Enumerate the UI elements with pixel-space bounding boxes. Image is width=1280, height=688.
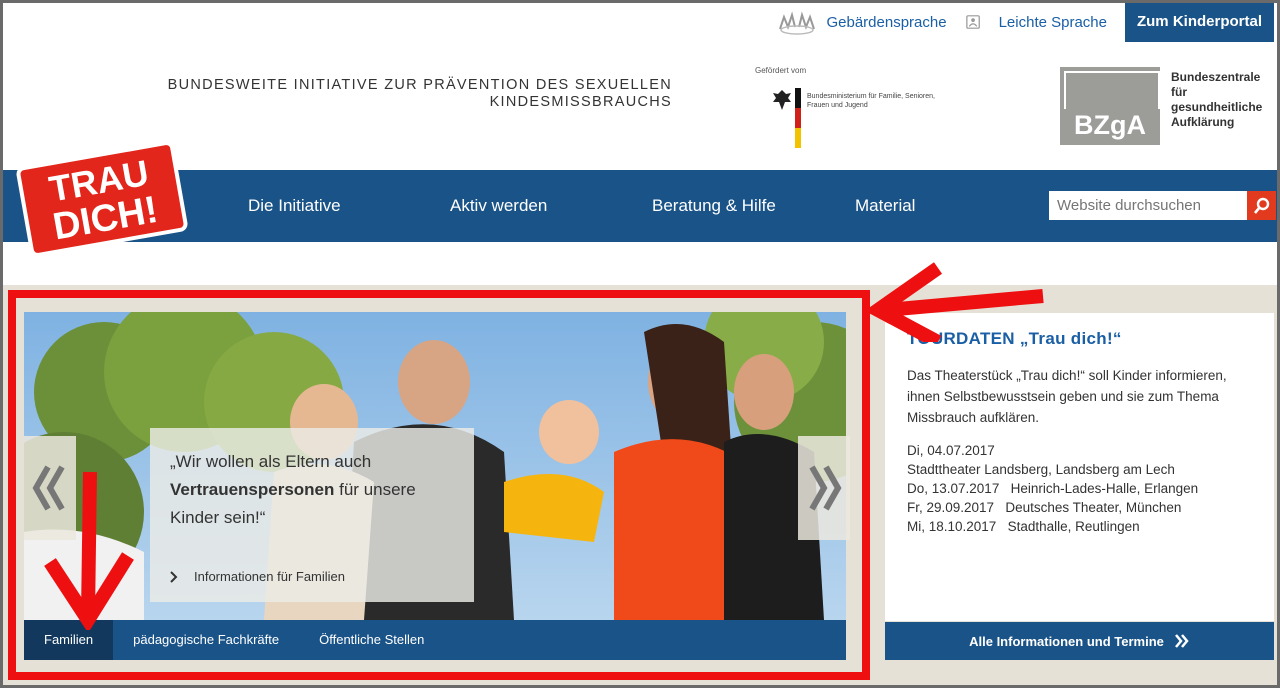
- search-input[interactable]: [1049, 191, 1247, 220]
- slider-tabs: Familien pädagogische Fachkräfte Öffentl…: [24, 620, 846, 660]
- slide-quote: „Wir wollen als Eltern auch Vertrauenspe…: [170, 448, 454, 532]
- all-dates-label: Alle Informationen und Termine: [969, 633, 1164, 649]
- quote-prefix: „Wir wollen als Eltern auch: [170, 452, 372, 471]
- tour-date-line: Do, 13.07.2017 Heinrich-Lades-Halle, Erl…: [907, 481, 1199, 496]
- federal-eagle-icon: [773, 90, 791, 110]
- tour-dates: Di, 04.07.2017 Stadttheater Landsberg, L…: [907, 441, 1252, 536]
- double-chevron-left-icon: [32, 465, 65, 511]
- bzga-logo[interactable]: BZgA: [1060, 67, 1160, 145]
- nav-item-material[interactable]: Material: [855, 170, 915, 242]
- slider-next-button[interactable]: [798, 436, 850, 540]
- initiative-title: Bundesweite Initiative zur Prävention de…: [167, 77, 672, 110]
- tour-panel: TOURDATEN „Trau dich!“ Das Theaterstück …: [885, 313, 1274, 621]
- search-icon: [1253, 197, 1269, 214]
- tour-date-line: Fr, 29.09.2017 Deutsches Theater, Münche…: [907, 500, 1182, 515]
- trau-dich-logo[interactable]: TRAU DICH!: [16, 145, 188, 253]
- bzga-name: Bundeszentrale für gesundheitliche Aufkl…: [1171, 70, 1263, 129]
- tab-paedagogische-fachkraefte[interactable]: pädagogische Fachkräfte: [113, 620, 299, 660]
- ministry-name: Bundesministerium für Familie, Senioren,…: [807, 93, 935, 109]
- tab-oeffentliche-stellen[interactable]: Öffentliche Stellen: [299, 620, 444, 660]
- slider-prev-button[interactable]: [24, 436, 76, 540]
- quote-bold: Vertrauenspersonen: [170, 480, 335, 499]
- double-chevron-right-icon: [809, 465, 842, 511]
- slide-caption: „Wir wollen als Eltern auch Vertrauenspe…: [150, 428, 474, 602]
- search-button[interactable]: [1247, 191, 1276, 220]
- tour-date-line: Stadttheater Landsberg, Landsberg am Lec…: [907, 462, 1175, 477]
- main-navigation: Die Initiative Aktiv werden Beratung & H…: [3, 170, 1277, 242]
- tab-familien[interactable]: Familien: [24, 620, 114, 660]
- ministry-logo[interactable]: Gefördert vom Bundesministerium für Fami…: [755, 66, 935, 156]
- tour-date-line: Mi, 18.10.2017 Stadthalle, Reutlingen: [907, 519, 1140, 534]
- sign-language-label: Gebärdensprache: [826, 13, 947, 31]
- easy-language-icon: [965, 15, 980, 29]
- sponsor-label: Gefördert vom: [755, 66, 807, 75]
- sign-language-link[interactable]: Gebärdensprache: [776, 9, 947, 35]
- kids-portal-button[interactable]: Zum Kinderportal: [1124, 2, 1274, 42]
- families-info-link[interactable]: Informationen für Familien: [170, 569, 345, 584]
- utility-bar: Gebärdensprache Leichte Sprache Zum Kind…: [776, 2, 1274, 42]
- chevron-right-icon: [170, 570, 178, 583]
- tour-date-line: Di, 04.07.2017: [907, 443, 995, 458]
- nav-item-initiative[interactable]: Die Initiative: [248, 170, 341, 242]
- tour-title: TOURDATEN „Trau dich!“: [907, 329, 1122, 348]
- easy-language-link[interactable]: Leichte Sprache: [965, 9, 1107, 35]
- german-flag-icon: [795, 88, 801, 148]
- nav-item-beratung-hilfe[interactable]: Beratung & Hilfe: [652, 170, 776, 242]
- all-dates-button[interactable]: Alle Informationen und Termine: [885, 622, 1274, 660]
- sign-language-icon: [779, 11, 816, 35]
- families-info-label: Informationen für Familien: [194, 569, 346, 584]
- nav-item-aktiv-werden[interactable]: Aktiv werden: [450, 170, 547, 242]
- double-chevron-right-icon: [1174, 634, 1189, 648]
- tour-description: Das Theaterstück „Trau dich!“ soll Kinde…: [907, 368, 1227, 425]
- easy-language-label: Leichte Sprache: [998, 13, 1107, 31]
